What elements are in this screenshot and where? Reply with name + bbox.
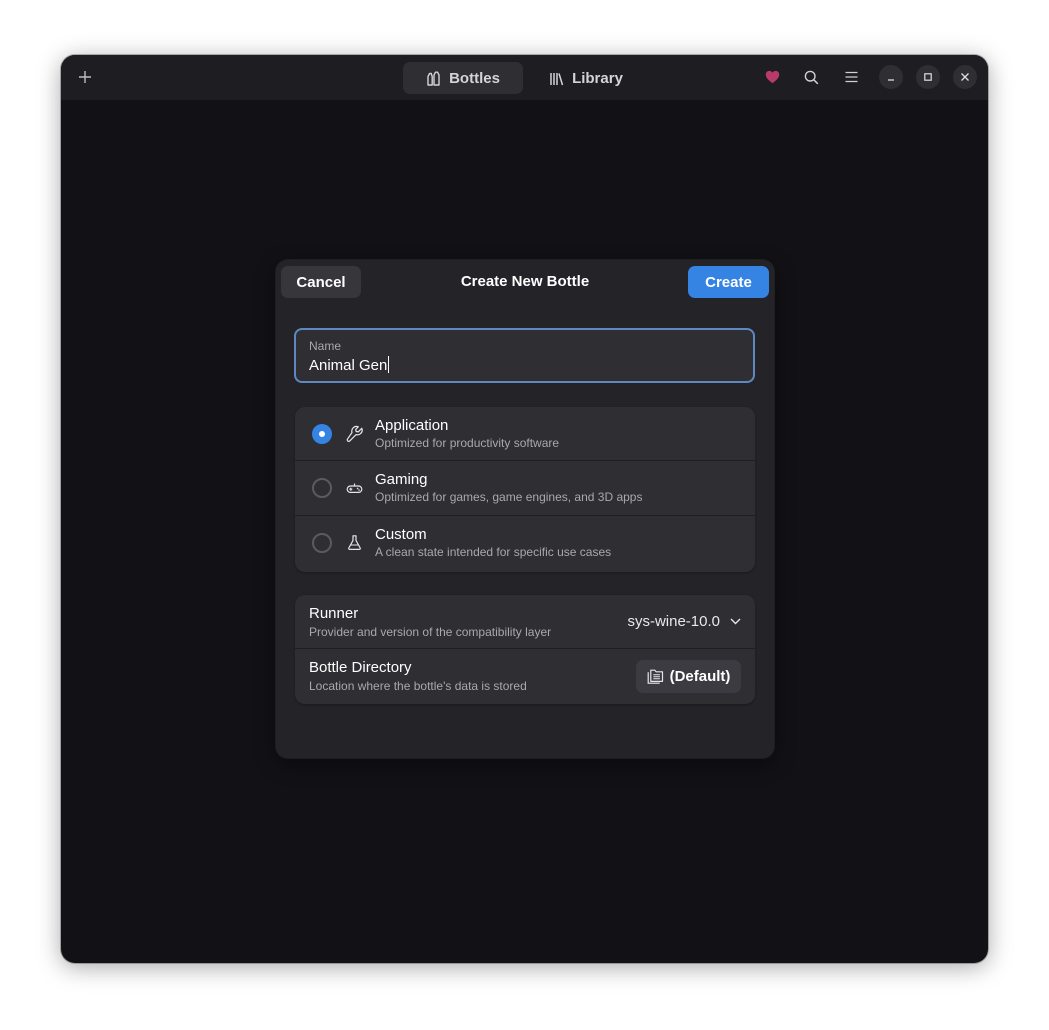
header-bar: Bottles Library bbox=[61, 55, 988, 100]
chevron-down-icon bbox=[730, 618, 741, 625]
view-switcher: Bottles Library bbox=[403, 62, 647, 94]
runner-row[interactable]: Runner Provider and version of the compa… bbox=[295, 595, 755, 649]
donate-button[interactable] bbox=[759, 64, 785, 90]
bottles-icon bbox=[427, 71, 440, 86]
bottle-directory-subtitle: Location where the bottle's data is stor… bbox=[309, 679, 527, 693]
heart-icon bbox=[765, 70, 779, 84]
runner-title: Runner bbox=[309, 605, 359, 622]
close-icon bbox=[961, 73, 969, 81]
runner-dropdown[interactable]: sys-wine-10.0 bbox=[627, 613, 741, 630]
environment-subtitle-application: Optimized for productivity software bbox=[375, 436, 560, 450]
search-icon bbox=[804, 70, 818, 84]
bottle-directory-button[interactable]: (Default) bbox=[636, 660, 741, 693]
search-button[interactable] bbox=[798, 64, 824, 90]
minimize-icon bbox=[888, 79, 894, 81]
text-caret bbox=[388, 356, 390, 373]
tab-bottles[interactable]: Bottles bbox=[403, 62, 523, 94]
create-button[interactable]: Create bbox=[688, 266, 769, 298]
environment-radio-custom[interactable] bbox=[312, 533, 332, 553]
bottle-directory-row: Bottle Directory Location where the bott… bbox=[295, 649, 755, 704]
environment-list: Application Optimized for productivity s… bbox=[295, 407, 755, 572]
gamepad-icon bbox=[346, 483, 363, 494]
environment-radio-application[interactable] bbox=[312, 424, 332, 444]
environment-option-gaming[interactable]: Gaming Optimized for games, game engines… bbox=[295, 461, 755, 516]
environment-subtitle-custom: A clean state intended for specific use … bbox=[375, 545, 612, 559]
menu-icon bbox=[845, 71, 857, 83]
tab-library-label: Library bbox=[572, 69, 623, 87]
library-icon bbox=[550, 72, 564, 85]
runner-subtitle: Provider and version of the compatibilit… bbox=[309, 625, 552, 639]
runner-dropdown-value: sys-wine-10.0 bbox=[627, 613, 720, 630]
name-input-label: Name bbox=[309, 339, 342, 353]
bottle-directory-button-label: (Default) bbox=[669, 668, 731, 685]
tab-library[interactable]: Library bbox=[525, 62, 647, 94]
name-input-text: Animal Gen bbox=[309, 357, 388, 374]
name-input[interactable]: Name Animal Gen bbox=[294, 328, 755, 383]
environment-title-custom: Custom bbox=[375, 526, 427, 543]
bottle-directory-title: Bottle Directory bbox=[309, 659, 412, 676]
environment-option-custom[interactable]: Custom A clean state intended for specif… bbox=[295, 516, 755, 571]
environment-title-application: Application bbox=[375, 417, 449, 434]
maximize-icon bbox=[924, 73, 932, 81]
minimize-button[interactable] bbox=[879, 65, 903, 89]
close-button[interactable] bbox=[953, 65, 977, 89]
environment-option-application[interactable]: Application Optimized for productivity s… bbox=[295, 407, 755, 461]
flask-icon bbox=[348, 535, 361, 550]
tab-bottles-label: Bottles bbox=[449, 69, 500, 87]
plus-icon bbox=[79, 71, 91, 83]
main-menu-button[interactable] bbox=[838, 64, 864, 90]
environment-subtitle-gaming: Optimized for games, game engines, and 3… bbox=[375, 490, 643, 504]
wrench-icon bbox=[346, 425, 363, 442]
maximize-button[interactable] bbox=[916, 65, 940, 89]
name-input-value[interactable]: Animal Gen bbox=[309, 356, 390, 374]
environment-title-gaming: Gaming bbox=[375, 471, 428, 488]
folder-copy-icon bbox=[647, 669, 663, 684]
options-list: Runner Provider and version of the compa… bbox=[295, 595, 755, 704]
create-bottle-dialog: Cancel Create New Bottle Create Name Ani… bbox=[276, 260, 774, 758]
new-bottle-button[interactable] bbox=[71, 63, 99, 91]
environment-radio-gaming[interactable] bbox=[312, 478, 332, 498]
